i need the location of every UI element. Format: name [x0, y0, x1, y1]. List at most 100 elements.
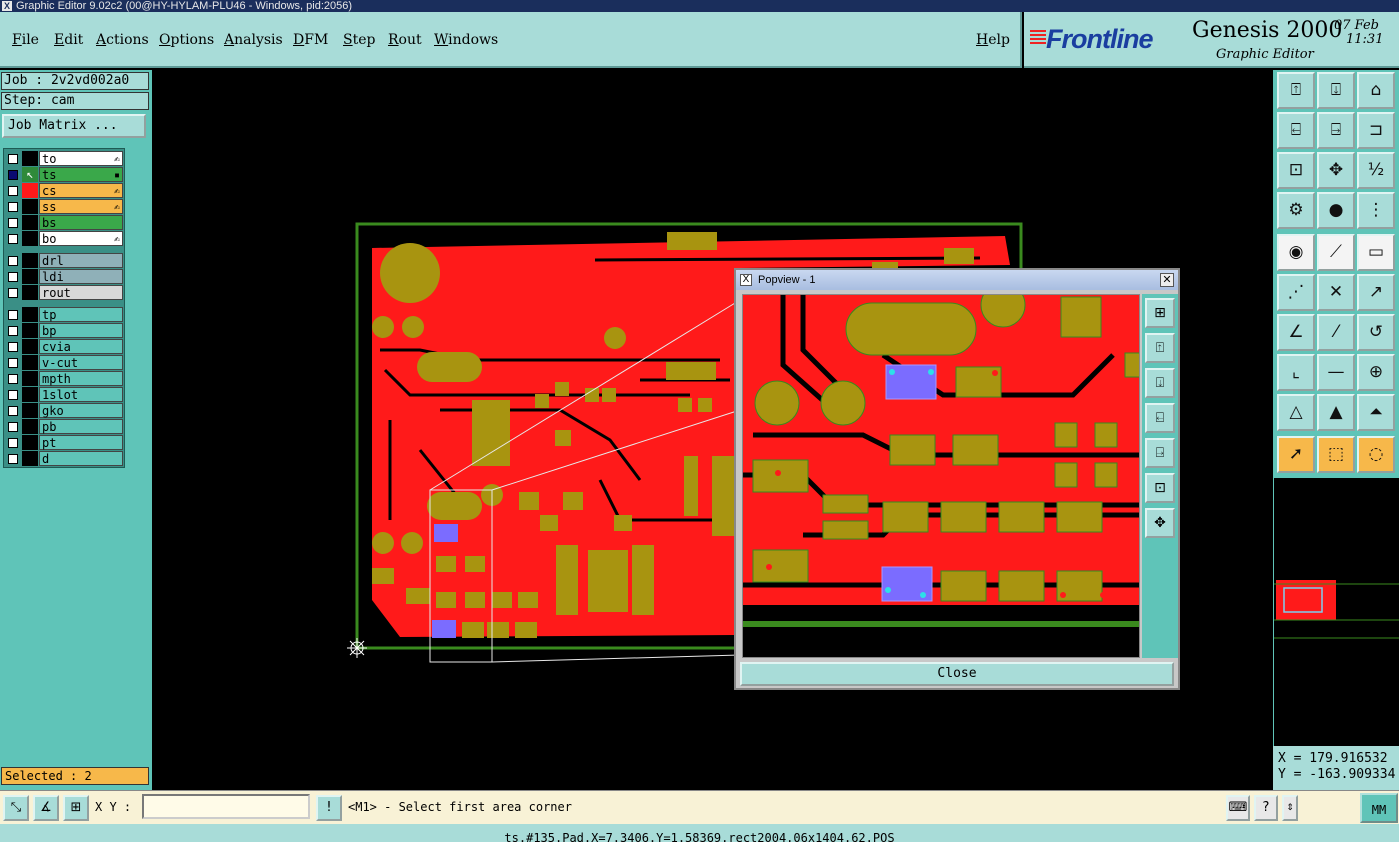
pan-right-icon[interactable]: ⍈	[1145, 438, 1175, 468]
layer-checkbox[interactable]	[8, 406, 18, 416]
overview-map[interactable]	[1274, 478, 1399, 746]
corner-snap-icon[interactable]: ⌞	[1277, 354, 1315, 391]
layer-color-swatch[interactable]	[22, 355, 38, 370]
layer-name[interactable]: ss ✍	[39, 199, 123, 214]
layer-checkbox[interactable]	[8, 310, 18, 320]
tools-settings-icon[interactable]: ⚙	[1277, 192, 1315, 229]
layer-row-cs[interactable]: cs ✍	[6, 183, 124, 198]
snap-point-icon[interactable]: ●	[1317, 192, 1355, 229]
zoom-page-up-icon[interactable]: ⍐	[1145, 333, 1175, 363]
layer-name[interactable]: bo ✍	[39, 231, 123, 246]
layer-checkbox[interactable]	[8, 218, 18, 228]
layer-color-swatch[interactable]	[22, 339, 38, 354]
layer-checkbox[interactable]	[8, 202, 18, 212]
angle-measure-icon[interactable]: ∠	[1277, 314, 1315, 351]
warning-icon[interactable]: !	[316, 795, 342, 821]
layer-color-swatch[interactable]	[22, 371, 38, 386]
layer-checkbox[interactable]	[8, 438, 18, 448]
help-question-icon[interactable]: ?	[1254, 795, 1278, 821]
layer-name[interactable]: rout	[39, 285, 123, 300]
zoom-icon[interactable]: ⊞	[1145, 298, 1175, 328]
zoom-page-down-icon[interactable]: ⍗	[1317, 72, 1355, 109]
ruler-icon[interactable]: ▭	[1357, 234, 1395, 271]
layer-name[interactable]: drl	[39, 253, 123, 268]
zoom-angle-icon[interactable]: ∡	[33, 795, 59, 821]
zoom-center-icon[interactable]: ✥	[1145, 508, 1175, 538]
layer-color-swatch[interactable]	[22, 435, 38, 450]
layer-checkbox[interactable]	[8, 154, 18, 164]
layer-checkbox[interactable]	[8, 186, 18, 196]
pan-right-icon[interactable]: ⍈	[1317, 112, 1355, 149]
layer-checkbox[interactable]	[8, 342, 18, 352]
layer-row-1slot[interactable]: 1slot	[6, 387, 124, 402]
menu-rout[interactable]: Rout	[388, 32, 422, 48]
draw-line-icon[interactable]: ⟋	[1317, 234, 1355, 271]
layer-name[interactable]: bs	[39, 215, 123, 230]
layer-checkbox[interactable]	[8, 234, 18, 244]
layer-checkbox[interactable]	[8, 358, 18, 368]
layer-row-d[interactable]: d	[6, 451, 124, 466]
layer-checkbox[interactable]	[8, 390, 18, 400]
layer-row-bo[interactable]: bo ✍	[6, 231, 124, 246]
layer-name[interactable]: tp	[39, 307, 123, 322]
layer-toggle-icon[interactable]: ⋮	[1357, 192, 1395, 229]
layer-name[interactable]: cs ✍	[39, 183, 123, 198]
layer-row-pb[interactable]: pb	[6, 419, 124, 434]
layer-color-swatch[interactable]: ↖	[22, 167, 38, 182]
pan-left-icon[interactable]: ⍇	[1277, 112, 1315, 149]
select-pointer-icon[interactable]: ➚	[1277, 436, 1315, 473]
select-box-icon[interactable]: ⬚	[1317, 436, 1355, 473]
layer-checkbox[interactable]	[8, 170, 18, 180]
select-circle-icon[interactable]: ◌	[1357, 436, 1395, 473]
layer-color-swatch[interactable]	[22, 231, 38, 246]
layer-row-ldi[interactable]: ldi	[6, 269, 124, 284]
layer-checkbox[interactable]	[8, 326, 18, 336]
popview-canvas[interactable]	[742, 294, 1140, 658]
zoom-fit-icon[interactable]: ⊡	[1145, 473, 1175, 503]
popview-close-button[interactable]: Close	[740, 662, 1174, 686]
layer-row-gko[interactable]: gko	[6, 403, 124, 418]
layer-row-bp[interactable]: bp	[6, 323, 124, 338]
job-matrix-button[interactable]: Job Matrix ...	[2, 114, 146, 138]
connect-points-icon[interactable]: ⋰	[1277, 274, 1315, 311]
arc-icon[interactable]: ↺	[1357, 314, 1395, 351]
layer-checkbox[interactable]	[8, 288, 18, 298]
units-button[interactable]: MM	[1360, 793, 1398, 823]
menu-step[interactable]: Step	[343, 32, 375, 48]
pan-back-icon[interactable]: ⊐	[1357, 112, 1395, 149]
layer-name[interactable]: pt	[39, 435, 123, 450]
layer-color-swatch[interactable]	[22, 199, 38, 214]
menu-dfm[interactable]: DFM	[293, 32, 328, 48]
zoom-center-icon[interactable]: ✥	[1317, 152, 1355, 189]
layer-color-swatch[interactable]	[22, 253, 38, 268]
zoom-page-down-icon[interactable]: ⍗	[1145, 368, 1175, 398]
layer-row-rout[interactable]: rout	[6, 285, 124, 300]
overview-panel[interactable]	[1273, 478, 1399, 746]
layer-row-v-cut[interactable]: v-cut	[6, 355, 124, 370]
layer-color-swatch[interactable]	[22, 387, 38, 402]
layer-color-swatch[interactable]	[22, 419, 38, 434]
cross-snap-icon[interactable]: ✕	[1317, 274, 1355, 311]
menu-help[interactable]: Help	[976, 32, 1010, 48]
layer-row-cvia[interactable]: cvia	[6, 339, 124, 354]
layer-checkbox[interactable]	[8, 272, 18, 282]
popview-zoomed-board[interactable]	[743, 295, 1140, 658]
layer-color-swatch[interactable]	[22, 403, 38, 418]
layer-checkbox[interactable]	[8, 374, 18, 384]
zoom-window-icon[interactable]: ⤡	[3, 795, 29, 821]
xy-input[interactable]	[142, 794, 310, 819]
layer-color-swatch[interactable]	[22, 269, 38, 284]
spinner-icon[interactable]: ⇕	[1282, 795, 1298, 821]
menu-actions[interactable]: Actions	[96, 32, 149, 48]
menu-options[interactable]: Options	[159, 32, 214, 48]
layer-color-swatch[interactable]	[22, 307, 38, 322]
keyboard-icon[interactable]: ⌨	[1226, 795, 1250, 821]
layer-name[interactable]: gko	[39, 403, 123, 418]
layer-row-ss[interactable]: ss ✍	[6, 199, 124, 214]
layer-name[interactable]: ts ▪	[39, 167, 123, 182]
layer-checkbox[interactable]	[8, 454, 18, 464]
close-icon[interactable]: ✕	[1160, 273, 1174, 287]
layer-name[interactable]: to ✍	[39, 151, 123, 166]
layer-color-swatch[interactable]	[22, 323, 38, 338]
layer-row-drl[interactable]: drl	[6, 253, 124, 268]
